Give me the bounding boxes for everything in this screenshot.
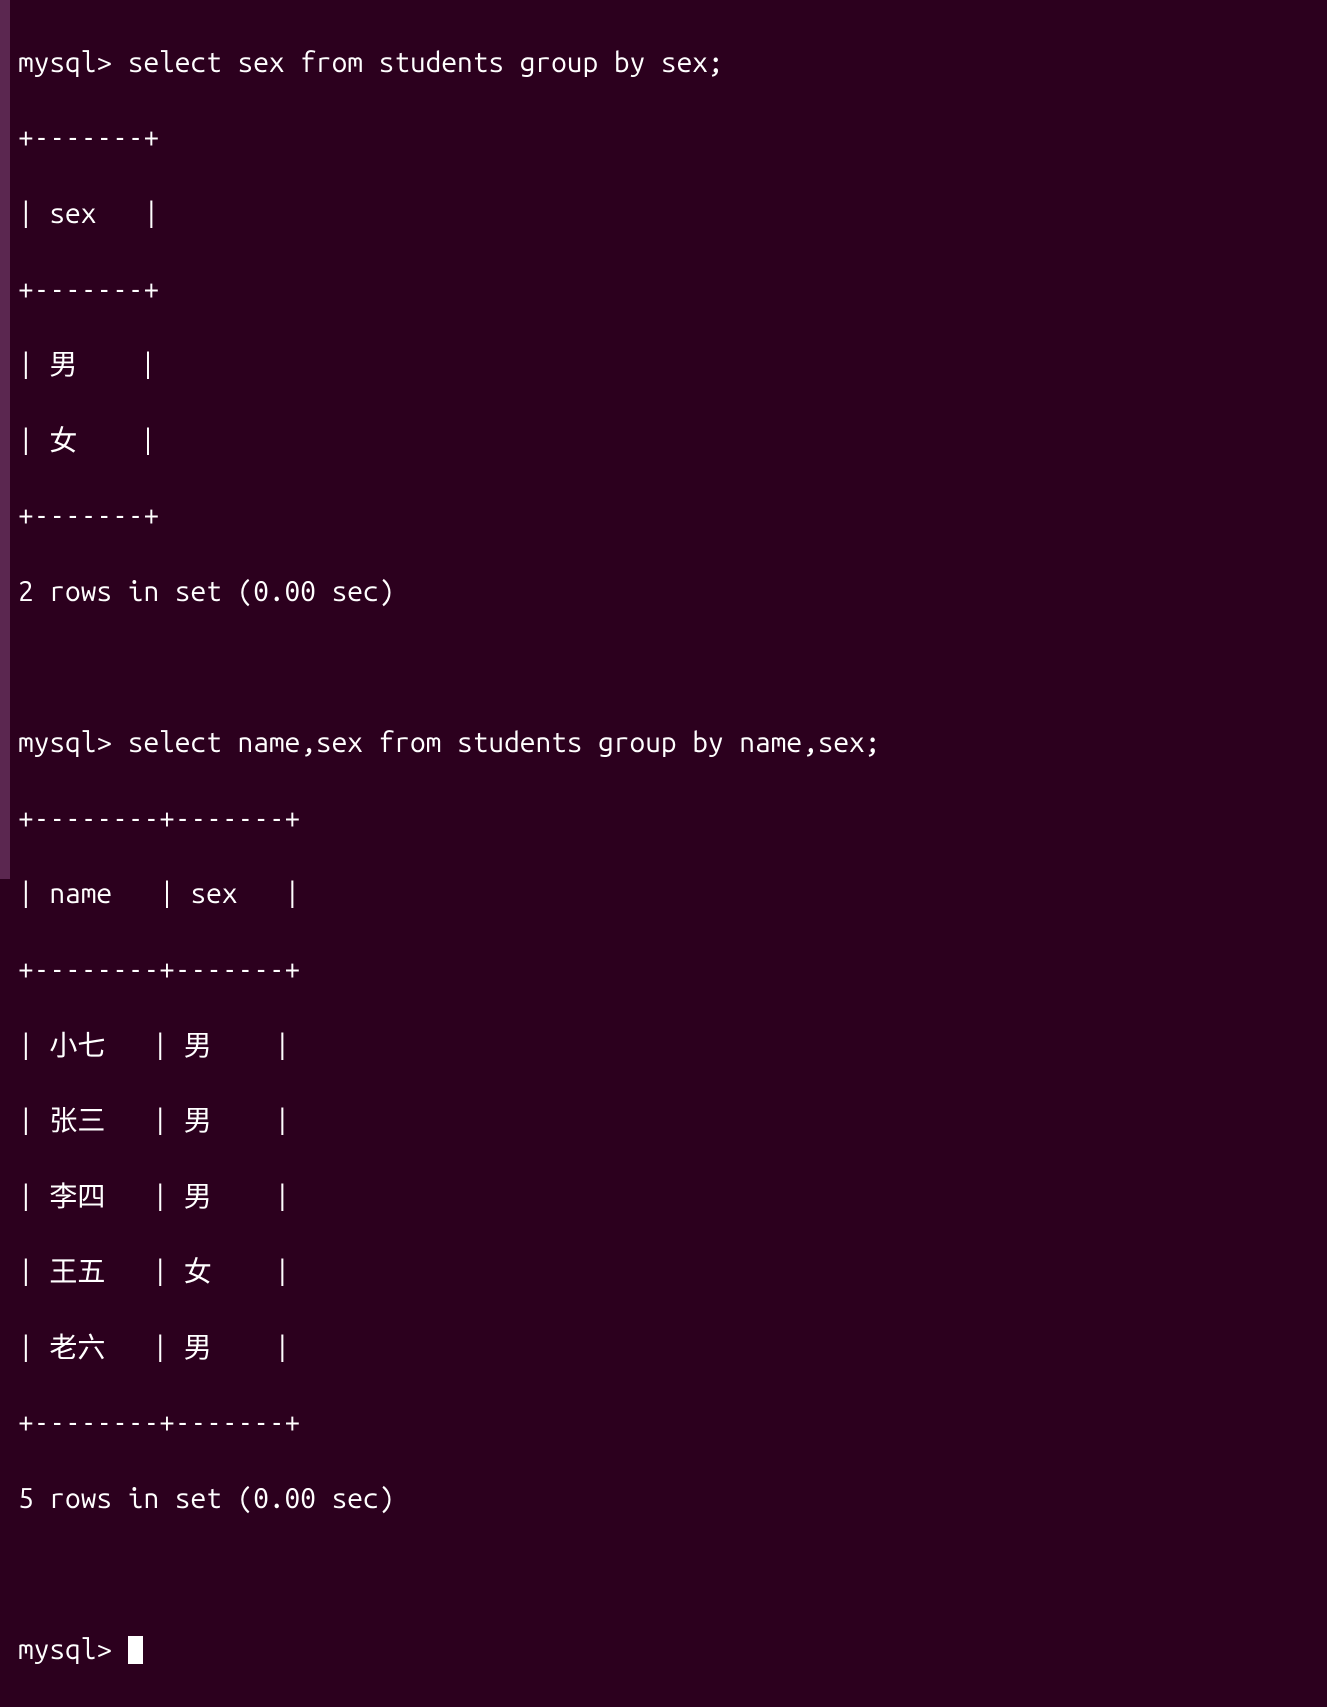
query2-command: select name,sex from students group by n… (128, 727, 881, 758)
query1-table-header-border: +-------+ (18, 271, 1319, 309)
query2-table-row: | 王五 | 女 | (18, 1253, 1319, 1291)
query2-table-row: | 李四 | 男 | (18, 1178, 1319, 1216)
query2-table-row: | 小七 | 男 | (18, 1027, 1319, 1065)
query1-table-row: | 男 | (18, 346, 1319, 384)
query1-command-line: mysql> select sex from students group by… (18, 44, 1319, 82)
query2-table-header: | name | sex | (18, 875, 1319, 913)
blank-line (18, 649, 1319, 687)
query2-table-top-border: +--------+-------+ (18, 800, 1319, 838)
blank-line (18, 1556, 1319, 1594)
query2-command-line: mysql> select name,sex from students gro… (18, 724, 1319, 762)
query2-table-row: | 张三 | 男 | (18, 1102, 1319, 1140)
current-prompt-line[interactable]: mysql> (18, 1631, 1319, 1669)
window-sidebar (0, 0, 10, 879)
query2-summary: 5 rows in set (0.00 sec) (18, 1480, 1319, 1518)
query2-table-bottom-border: +--------+-------+ (18, 1404, 1319, 1442)
query1-table-bottom-border: +-------+ (18, 497, 1319, 535)
query1-table-top-border: +-------+ (18, 119, 1319, 157)
query1-table-header: | sex | (18, 195, 1319, 233)
cursor-block (128, 1636, 143, 1664)
query1-summary: 2 rows in set (0.00 sec) (18, 573, 1319, 611)
query1-table-row: | 女 | (18, 422, 1319, 460)
query2-table-row: | 老六 | 男 | (18, 1329, 1319, 1367)
terminal-area[interactable]: mysql> select sex from students group by… (10, 0, 1327, 879)
mysql-prompt: mysql> (18, 1634, 128, 1665)
query2-table-header-border: +--------+-------+ (18, 951, 1319, 989)
mysql-prompt: mysql> (18, 47, 128, 78)
query1-command: select sex from students group by sex; (128, 47, 724, 78)
mysql-prompt: mysql> (18, 727, 128, 758)
